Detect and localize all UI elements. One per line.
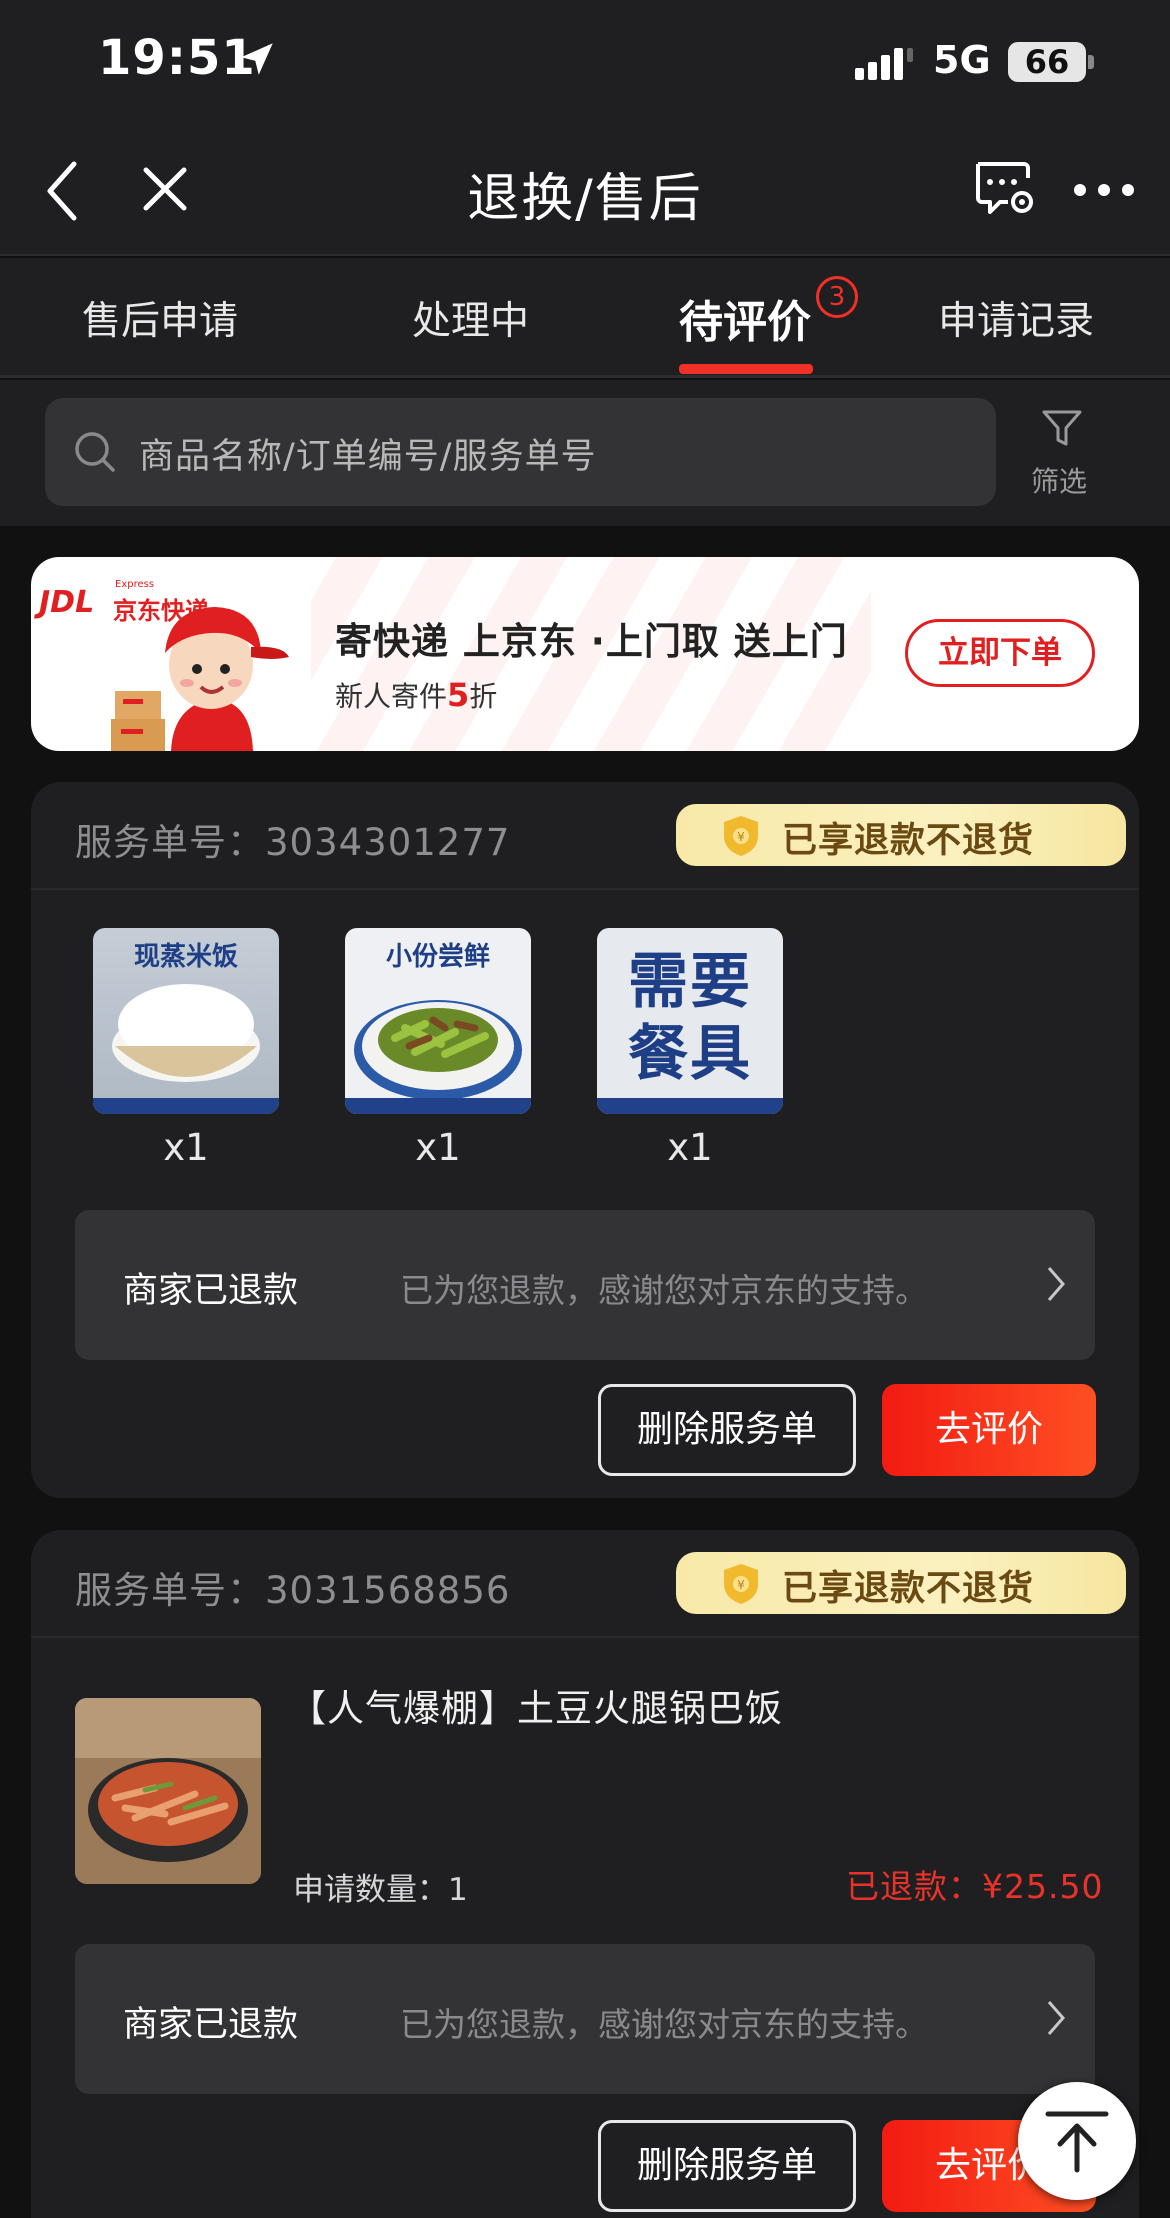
- refund-status-row[interactable]: 商家已退款 已为您退款，感谢您对京东的支持。: [75, 1944, 1095, 2094]
- back-to-top-button[interactable]: [1018, 2082, 1136, 2200]
- product-thumbnail[interactable]: 小份尝鲜: [345, 928, 531, 1114]
- banner-title: 寄快递 上京东 ·上门取 送上门: [335, 620, 848, 663]
- search-input[interactable]: 商品名称/订单编号/服务单号: [45, 398, 996, 506]
- item-quantity: x1: [667, 1126, 713, 1169]
- delete-service-order-button[interactable]: 删除服务单: [598, 1384, 856, 1476]
- nav-bar: 退换/售后: [0, 128, 1170, 256]
- filter-label: 筛选: [1031, 465, 1088, 498]
- status-bar: 19:51 5G 66: [0, 0, 1170, 128]
- item-quantity: x1: [163, 1126, 209, 1169]
- shield-icon: ¥: [724, 1564, 758, 1604]
- search-placeholder: 商品名称/订单编号/服务单号: [139, 437, 597, 477]
- refund-status-row[interactable]: 商家已退款 已为您退款，感谢您对京东的支持。: [75, 1210, 1095, 1360]
- card-header: 服务单号：3031568856 ¥ 已享退款不退货: [31, 1530, 1139, 1638]
- service-number: 服务单号：3034301277: [75, 821, 511, 864]
- search-icon: [75, 432, 115, 472]
- refund-no-return-badge: ¥ 已享退款不退货: [676, 1552, 1126, 1614]
- more-icon[interactable]: [1072, 182, 1136, 198]
- product-thumbnail[interactable]: 现蒸米饭: [93, 928, 279, 1114]
- svg-text:¥: ¥: [737, 1578, 745, 1592]
- refund-status: 商家已退款: [123, 1271, 299, 1311]
- chevron-right-icon: [1047, 2001, 1065, 2035]
- utensils-text-image: 需要餐具: [628, 947, 752, 1089]
- order-now-button[interactable]: 立即下单: [905, 619, 1095, 687]
- refund-status-desc: 已为您退款，感谢您对京东的支持。: [400, 2005, 928, 2044]
- shield-icon: ¥: [724, 816, 758, 856]
- battery-icon: 66: [1008, 42, 1086, 82]
- search-area: 商品名称/订单编号/服务单号 筛选: [0, 380, 1170, 526]
- tab-apply-records[interactable]: 申请记录: [938, 290, 1094, 346]
- card-header: 服务单号：3034301277 ¥ 已享退款不退货: [31, 782, 1139, 890]
- tab-after-sale-apply[interactable]: 售后申请: [82, 290, 238, 346]
- chevron-right-icon: [1047, 1267, 1065, 1301]
- apply-quantity: 申请数量：1: [293, 1872, 468, 1908]
- service-number: 服务单号：3031568856: [75, 1569, 511, 1612]
- service-order-card: 服务单号：3034301277 ¥ 已享退款不退货 现蒸米饭 x1 小份尝鲜 x…: [31, 782, 1139, 1498]
- courier-mascot-icon: [111, 607, 289, 751]
- arrow-up-icon: [1045, 2111, 1109, 2173]
- product-thumbnail[interactable]: [75, 1698, 261, 1884]
- rice-pot-image: [75, 1698, 261, 1884]
- refund-status: 商家已退款: [123, 2005, 299, 2045]
- filter-button[interactable]: 筛选: [1026, 406, 1096, 506]
- delete-service-order-button[interactable]: 删除服务单: [598, 2120, 856, 2212]
- location-arrow-icon: [241, 43, 273, 75]
- refund-no-return-badge: ¥ 已享退款不退货: [676, 804, 1126, 866]
- refunded-amount: 已退款：¥25.50: [846, 1867, 1104, 1906]
- filter-icon: [1042, 410, 1082, 446]
- battery-tip: [1088, 55, 1094, 69]
- banner-discount: 5: [447, 676, 470, 714]
- jdl-logo: JDL: [39, 585, 95, 620]
- network-type: 5G: [933, 38, 991, 82]
- signal-icon: [855, 48, 913, 80]
- review-button[interactable]: 去评价: [882, 1384, 1096, 1476]
- status-time: 19:51: [98, 30, 256, 86]
- tab-pending-review[interactable]: 待评价: [679, 286, 811, 350]
- tab-processing[interactable]: 处理中: [412, 290, 529, 346]
- product-name[interactable]: 【人气爆棚】土豆火腿锅巴饭: [289, 1678, 783, 1732]
- active-tab-indicator: [679, 364, 813, 374]
- refund-status-desc: 已为您退款，感谢您对京东的支持。: [400, 1271, 928, 1310]
- message-settings-icon[interactable]: [974, 158, 1038, 218]
- jd-express-banner[interactable]: JDL Express 京东快递 寄快递 上京东 ·上门取 送上门 新人寄件5折…: [31, 557, 1139, 751]
- svg-text:¥: ¥: [737, 830, 745, 844]
- banner-subtitle: 新人寄件5折: [335, 676, 498, 714]
- product-thumbnail[interactable]: 需要餐具: [597, 928, 783, 1114]
- tab-bar: 售后申请 处理中 待评价 3 申请记录: [0, 258, 1170, 378]
- item-quantity: x1: [415, 1126, 461, 1169]
- pending-review-badge: 3: [816, 276, 858, 318]
- service-order-card: 服务单号：3031568856 ¥ 已享退款不退货 【人气爆棚】土豆火腿锅巴饭 …: [31, 1530, 1139, 2218]
